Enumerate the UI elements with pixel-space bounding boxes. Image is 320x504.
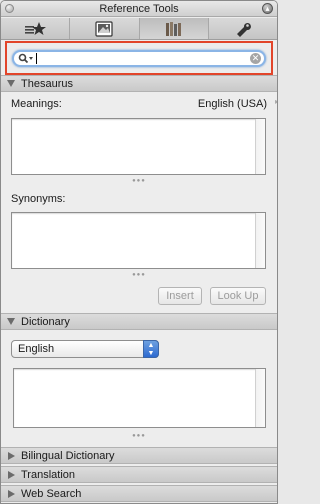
meanings-scrollbar[interactable] — [255, 119, 265, 174]
disclosure-closed-icon[interactable] — [8, 471, 15, 479]
reference-tools-window: Reference Tools ▴ ✕ Thesaurus Meanings: … — [0, 0, 278, 504]
window-title: Reference Tools — [99, 3, 179, 15]
dictionary-header[interactable]: Dictionary — [1, 313, 277, 330]
search-field[interactable]: ✕ — [12, 50, 266, 67]
disclosure-open-icon[interactable] — [7, 80, 15, 87]
toolbar — [1, 18, 277, 40]
close-button[interactable] — [5, 4, 14, 13]
dictionary-scrollbar[interactable] — [255, 369, 265, 427]
look-up-button[interactable]: Look Up — [210, 287, 266, 305]
translation-title: Translation — [21, 469, 76, 481]
language-label: English (USA) — [197, 98, 267, 110]
synonyms-label: Synonyms: — [11, 193, 66, 205]
web-search-title: Web Search — [21, 488, 82, 500]
tab-tools[interactable] — [209, 18, 277, 39]
disclosure-open-icon[interactable] — [7, 318, 15, 325]
clear-search-icon[interactable]: ✕ — [250, 53, 261, 64]
dictionary-resize-grip[interactable]: ●●● — [127, 433, 151, 439]
meanings-resize-grip[interactable]: ●●● — [127, 178, 151, 184]
search-input[interactable] — [40, 52, 250, 65]
dictionary-title: Dictionary — [21, 316, 70, 328]
title-bar[interactable]: Reference Tools ▴ — [1, 1, 277, 17]
synonyms-list[interactable] — [11, 212, 266, 269]
star-icon — [25, 21, 47, 35]
thesaurus-title: Thesaurus — [21, 78, 73, 90]
synonyms-scrollbar[interactable] — [255, 213, 265, 268]
tab-thesaurus[interactable] — [1, 18, 71, 39]
search-icon[interactable] — [18, 53, 34, 64]
books-icon — [165, 21, 181, 36]
tab-media[interactable] — [70, 18, 140, 39]
thesaurus-header[interactable]: Thesaurus — [1, 75, 277, 92]
meanings-list[interactable] — [11, 118, 266, 175]
bilingual-dictionary-title: Bilingual Dictionary — [21, 450, 115, 462]
zoom-button[interactable]: ▴ — [262, 3, 273, 14]
dictionary-results[interactable] — [13, 368, 266, 428]
wrench-icon — [236, 22, 251, 37]
bilingual-dictionary-header[interactable]: Bilingual Dictionary — [1, 447, 277, 464]
synonyms-resize-grip[interactable]: ●●● — [127, 272, 151, 278]
meanings-label: Meanings: — [11, 98, 62, 110]
updown-arrows-icon: ▲ ▼ — [143, 340, 159, 358]
search-highlight: ✕ — [5, 41, 273, 75]
web-search-header[interactable]: Web Search — [1, 485, 277, 502]
disclosure-closed-icon[interactable] — [8, 490, 15, 498]
resize-edge-icon: ▸ — [275, 97, 277, 106]
insert-button[interactable]: Insert — [158, 287, 202, 305]
photo-icon — [95, 20, 113, 37]
text-cursor — [36, 53, 37, 64]
dictionary-selected-value: English — [18, 343, 55, 355]
translation-header[interactable]: Translation — [1, 466, 277, 483]
tab-reference[interactable] — [139, 18, 209, 39]
dictionary-language-select[interactable]: English ▲ ▼ — [11, 340, 159, 358]
disclosure-closed-icon[interactable] — [8, 452, 15, 460]
